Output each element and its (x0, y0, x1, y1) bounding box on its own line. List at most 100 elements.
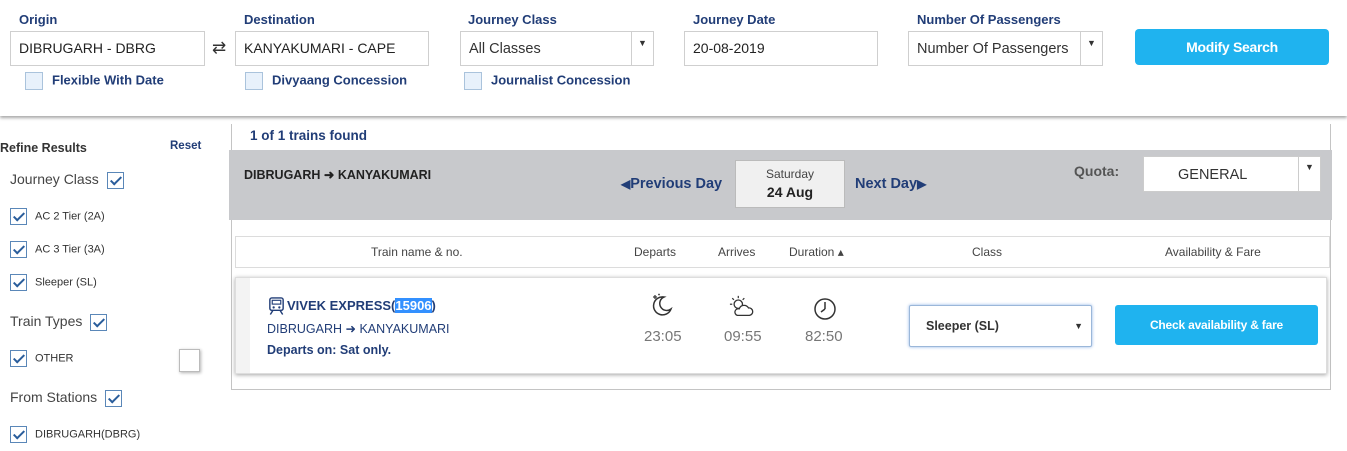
previous-day-label: Previous Day (630, 176, 723, 192)
card-stripe (236, 278, 250, 373)
train-name[interactable]: VIVEK EXPRESS(15906) (287, 298, 436, 313)
refine-title: Refine Results (0, 141, 87, 155)
journalist-checkbox[interactable] (464, 72, 482, 90)
journey-class-heading-text: Journey Class (10, 171, 99, 187)
from-stations-filter-heading: From Stations (10, 389, 123, 407)
filter-item-label: DIBRUGARH(DBRG) (35, 428, 141, 441)
arrow-right-icon: ➜ (345, 322, 356, 336)
quota-value: GENERAL (1178, 167, 1248, 183)
col-train: Train name & no. (371, 245, 463, 259)
filter-item-sl[interactable]: Sleeper (SL) (10, 274, 97, 291)
route-to: KANYAKUMARI (337, 168, 432, 182)
modify-search-button[interactable]: Modify Search (1135, 29, 1329, 65)
col-departs: Departs (634, 245, 677, 259)
journey-class-value: All Classes (469, 41, 541, 57)
caret-right-icon: ▶ (917, 177, 927, 191)
chevron-down-icon: ▼ (1298, 157, 1320, 191)
filter-item-3a[interactable]: AC 3 Tier (3A) (10, 241, 105, 258)
swap-icon[interactable]: ⇄ (212, 38, 226, 58)
train-from: DIBRUGARH (267, 322, 343, 336)
journey-class-filter-heading: Journey Class (10, 171, 124, 189)
chevron-down-icon: ▼ (631, 32, 653, 65)
journey-date-label: Journey Date (693, 12, 776, 27)
filter-item-dbrg[interactable]: DIBRUGARH(DBRG) (10, 426, 140, 443)
day-month: 24 Aug (766, 184, 814, 200)
from-stations-heading-text: From Stations (10, 389, 98, 405)
day-of-week: Saturday (765, 167, 815, 181)
checkbox[interactable] (10, 274, 27, 291)
train-result-card: VIVEK EXPRESS(15906) DIBRUGARH ➜ KANYAKU… (235, 277, 1327, 374)
results-count: 1 of 1 trains found (250, 128, 368, 143)
results-panel: 1 of 1 trains found DIBRUGARH ➜ KANYAKUM… (229, 124, 1332, 390)
train-types-filter-heading: Train Types (10, 313, 108, 331)
divyaang-option[interactable]: Divyaang Concession (245, 72, 407, 90)
flexible-date-option[interactable]: Flexible With Date (25, 72, 164, 90)
train-route: DIBRUGARH ➜ KANYAKUMARI (267, 321, 450, 336)
col-arrives: Arrives (718, 245, 756, 259)
reset-link[interactable]: Reset (170, 140, 201, 152)
flexible-date-checkbox[interactable] (25, 72, 43, 90)
filter-item-label: AC 3 Tier (3A) (35, 243, 105, 256)
passengers-label: Number Of Passengers (917, 12, 1061, 27)
results-column-header: Train name & no. Departs Arrives Duratio… (235, 236, 1330, 268)
passengers-select[interactable]: Number Of Passengers ▼ (908, 31, 1103, 66)
train-name-text: VIVEK EXPRESS (287, 298, 392, 313)
next-day-button[interactable]: Next Day▶ (855, 176, 926, 192)
destination-input[interactable]: KANYAKUMARI - CAPE (235, 31, 429, 66)
checkbox[interactable] (10, 241, 27, 258)
selected-date: Saturday 24 Aug (735, 160, 845, 208)
flexible-date-label: Flexible With Date (52, 72, 164, 88)
journey-class-all-checkbox[interactable] (106, 171, 124, 189)
filter-item-other[interactable]: OTHER (10, 350, 74, 367)
divyaang-checkbox[interactable] (245, 72, 263, 90)
chevron-down-icon: ▼ (1074, 321, 1083, 331)
journalist-option[interactable]: Journalist Concession (464, 72, 630, 90)
train-icon (269, 297, 284, 315)
journalist-label: Journalist Concession (491, 72, 631, 88)
search-bar: Origin DIBRUGARH - DBRG ⇄ Destination KA… (0, 0, 1347, 116)
train-number: 15906 (395, 298, 432, 313)
caret-left-icon: ◀ (621, 177, 631, 191)
check-availability-button[interactable]: Check availability & fare (1115, 305, 1318, 345)
class-select[interactable]: Sleeper (SL) ▼ (909, 305, 1092, 347)
journey-date-input[interactable]: 20-08-2019 (684, 31, 878, 66)
train-to: KANYAKUMARI (359, 322, 450, 336)
checkbox[interactable] (10, 208, 27, 225)
clock-icon (814, 298, 836, 320)
night-moon-icon (652, 293, 673, 316)
origin-label: Origin (19, 12, 58, 27)
divyaang-label: Divyaang Concession (272, 72, 408, 88)
route-strip: DIBRUGARH ➜ KANYAKUMARI ◀Previous Day Sa… (229, 150, 1332, 220)
floating-widget[interactable] (179, 349, 200, 372)
filter-item-label: OTHER (35, 352, 74, 365)
refine-sidebar: Refine Results Reset Journey Class AC 2 … (0, 130, 215, 451)
train-types-all-checkbox[interactable] (90, 313, 108, 331)
depart-time: 23:05 (644, 328, 682, 345)
journey-class-select[interactable]: All Classes ▼ (460, 31, 654, 66)
filter-item-label: Sleeper (SL) (35, 276, 97, 289)
class-select-value: Sleeper (SL) (926, 319, 999, 333)
col-duration[interactable]: Duration ▴ (789, 245, 844, 259)
from-stations-all-checkbox[interactable] (105, 389, 123, 407)
destination-label: Destination (244, 12, 315, 27)
duration-time: 82:50 (805, 328, 843, 345)
next-day-label: Next Day (855, 176, 918, 192)
journey-class-label: Journey Class (468, 12, 557, 27)
checkbox[interactable] (10, 426, 27, 443)
arrow-right-icon: ➜ (323, 168, 335, 182)
origin-input[interactable]: DIBRUGARH - DBRG (10, 31, 205, 66)
filter-item-label: AC 2 Tier (2A) (35, 210, 105, 223)
route-title: DIBRUGARH ➜ KANYAKUMARI (244, 167, 431, 182)
filter-item-2a[interactable]: AC 2 Tier (2A) (10, 208, 105, 225)
quota-select[interactable]: GENERAL ▼ (1143, 156, 1321, 192)
departs-on: Departs on: Sat only. (267, 343, 392, 357)
checkbox[interactable] (10, 350, 27, 367)
chevron-down-icon: ▼ (1080, 32, 1102, 65)
arrive-time: 09:55 (724, 328, 762, 345)
route-from: DIBRUGARH (244, 168, 321, 182)
partly-cloudy-icon (729, 295, 754, 317)
passengers-value: Number Of Passengers (917, 41, 1069, 57)
quota-label: Quota: (1074, 163, 1120, 179)
previous-day-button[interactable]: ◀Previous Day (621, 176, 722, 192)
col-class: Class (972, 245, 1003, 259)
